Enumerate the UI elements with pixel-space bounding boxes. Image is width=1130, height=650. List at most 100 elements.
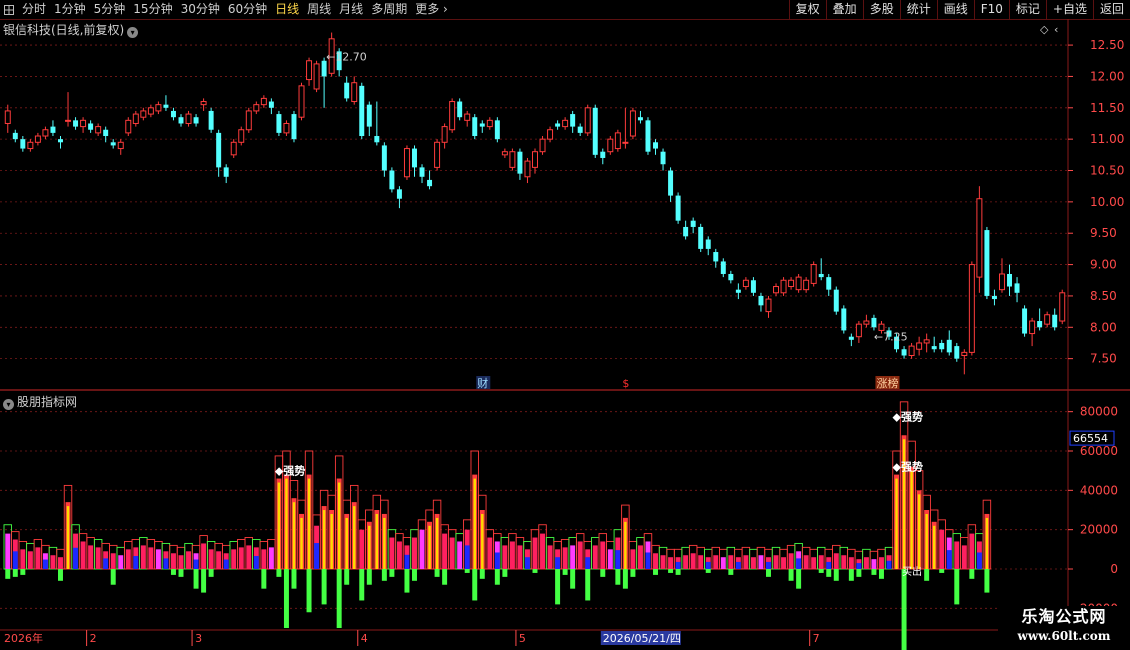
indicator-outline-bar <box>131 539 141 570</box>
tab-weekly[interactable]: 周线 <box>303 0 335 19</box>
indicator-inner-bar <box>42 559 48 569</box>
indicator-inner-bar <box>193 559 199 569</box>
indicator-pos-bar <box>924 510 930 569</box>
indicator-neg-bar <box>12 569 18 577</box>
indicator-outline-bar <box>794 542 803 570</box>
candle-body <box>524 160 531 178</box>
candle-body <box>1022 308 1028 334</box>
indicator-inner-bar <box>292 502 296 569</box>
candle-body <box>871 317 877 328</box>
indicator-inner-bar <box>314 543 320 569</box>
indicator-pos-bar <box>291 498 297 569</box>
tab-30min[interactable]: 30分钟 <box>177 0 224 19</box>
indicator-neg-bar <box>412 569 417 581</box>
indicator-outline-bar <box>704 548 713 570</box>
indicator-outline-bar <box>500 537 510 570</box>
indicator-neg-bar <box>939 569 945 573</box>
candle-body <box>336 51 342 71</box>
candle-body <box>58 139 63 143</box>
candle-body <box>178 117 184 124</box>
candle-body <box>645 120 651 152</box>
candle-body <box>629 110 636 137</box>
chart-canvas[interactable]: ←12.70 ←7.25 财 $ 涨榜 ◆强势 ◆强势 ◆强势买出 7.50 8.00 8.50… <box>0 0 1130 650</box>
candle-body <box>810 264 817 284</box>
candle-body <box>125 119 132 134</box>
grid-menu-icon[interactable] <box>0 0 18 19</box>
candle-body <box>374 136 380 143</box>
indicator-outline-bar <box>719 548 728 570</box>
candle-body <box>946 339 952 353</box>
indicator-pos-bar <box>916 490 922 569</box>
indicator-inner-bar <box>163 558 169 569</box>
indicator-pos-bar <box>728 555 734 569</box>
candle-body <box>419 167 425 177</box>
f10-button[interactable]: F10 <box>973 0 1009 19</box>
candle-body <box>931 346 937 350</box>
indicator-outline-bar <box>884 546 894 570</box>
indicator-outline-bar <box>681 546 690 570</box>
tab-fenshi[interactable]: 分时 <box>18 0 50 19</box>
tab-5min[interactable]: 5分钟 <box>90 0 130 19</box>
indicator-pos-bar <box>103 551 109 569</box>
chevron-down-icon[interactable]: ▾ <box>127 27 139 38</box>
candle-body <box>848 336 854 340</box>
candle-body <box>795 276 802 291</box>
tab-15min[interactable]: 15分钟 <box>129 0 176 19</box>
tab-monthly[interactable]: 月线 <box>335 0 367 19</box>
tab-more[interactable]: 更多 › <box>411 0 452 19</box>
candle-body <box>457 101 463 118</box>
restore-rights-button[interactable]: 复权 <box>788 0 826 19</box>
indicator-outline-bar <box>485 529 495 570</box>
statistics-button[interactable]: 统计 <box>899 0 937 19</box>
indicator-pos-bar <box>509 541 515 569</box>
candle-body <box>238 129 245 143</box>
indicator-pos-bar <box>894 474 900 569</box>
indicator-neg-bar <box>306 569 312 613</box>
indicator-outline-bar <box>575 533 585 570</box>
draw-line-button[interactable]: 画线 <box>936 0 974 19</box>
candle-body <box>117 141 124 150</box>
indicator-inner-bar <box>624 521 627 569</box>
mark-button[interactable]: 标记 <box>1008 0 1046 19</box>
indicator-outline-bar <box>508 533 517 570</box>
indicator-inner-bar <box>352 506 356 569</box>
indicator-neg-bar <box>479 569 485 579</box>
indicator-neg-bar <box>261 569 267 589</box>
chevron-down-icon[interactable]: ▾ <box>3 399 14 410</box>
add-watchlist-button[interactable]: +自选 <box>1045 0 1093 19</box>
tab-multi-period[interactable]: 多周期 <box>367 0 411 19</box>
indicator-neg-bar <box>705 569 711 573</box>
indicator-neg-bar <box>404 569 410 593</box>
candle-body <box>908 345 915 357</box>
indicator-outline-bar <box>515 537 525 570</box>
indicator-pos-bar <box>690 553 696 569</box>
overlay-button[interactable]: 叠加 <box>825 0 863 19</box>
tab-1min[interactable]: 1分钟 <box>50 0 90 19</box>
x-tick-label: 3 <box>195 632 202 645</box>
tab-daily[interactable]: 日线 <box>271 0 303 19</box>
event-marker: 涨榜 <box>876 376 898 390</box>
indicator-neg-bar <box>668 569 674 573</box>
indicator-outline-bar <box>440 524 449 570</box>
indicator-outline-bar <box>478 494 487 570</box>
indicator-pos-bar <box>600 541 606 569</box>
candle-body <box>494 120 500 140</box>
indicator-outline-bar <box>651 544 660 570</box>
indicator-pos-bar <box>314 525 320 569</box>
indicator-outline-bar <box>688 544 698 570</box>
indicator-pos-bar <box>283 474 289 569</box>
multi-stock-button[interactable]: 多股 <box>862 0 900 19</box>
indicator-neg-bar <box>878 569 884 579</box>
indicator-outline-bar <box>816 546 826 570</box>
indicator-inner-bar <box>856 563 862 569</box>
price-tick-label: 12.50 <box>1090 38 1124 52</box>
candle-body <box>412 148 417 168</box>
event-marker: $ <box>622 377 629 390</box>
candle-body <box>283 122 290 134</box>
tab-60min[interactable]: 60分钟 <box>224 0 271 19</box>
indicator-outline-bar <box>395 533 404 570</box>
indicator-outline-bar <box>116 546 125 570</box>
indicator-neg-bar <box>818 569 824 573</box>
back-button[interactable]: 返回 <box>1092 0 1130 19</box>
indicator-outline-bar <box>18 541 28 570</box>
